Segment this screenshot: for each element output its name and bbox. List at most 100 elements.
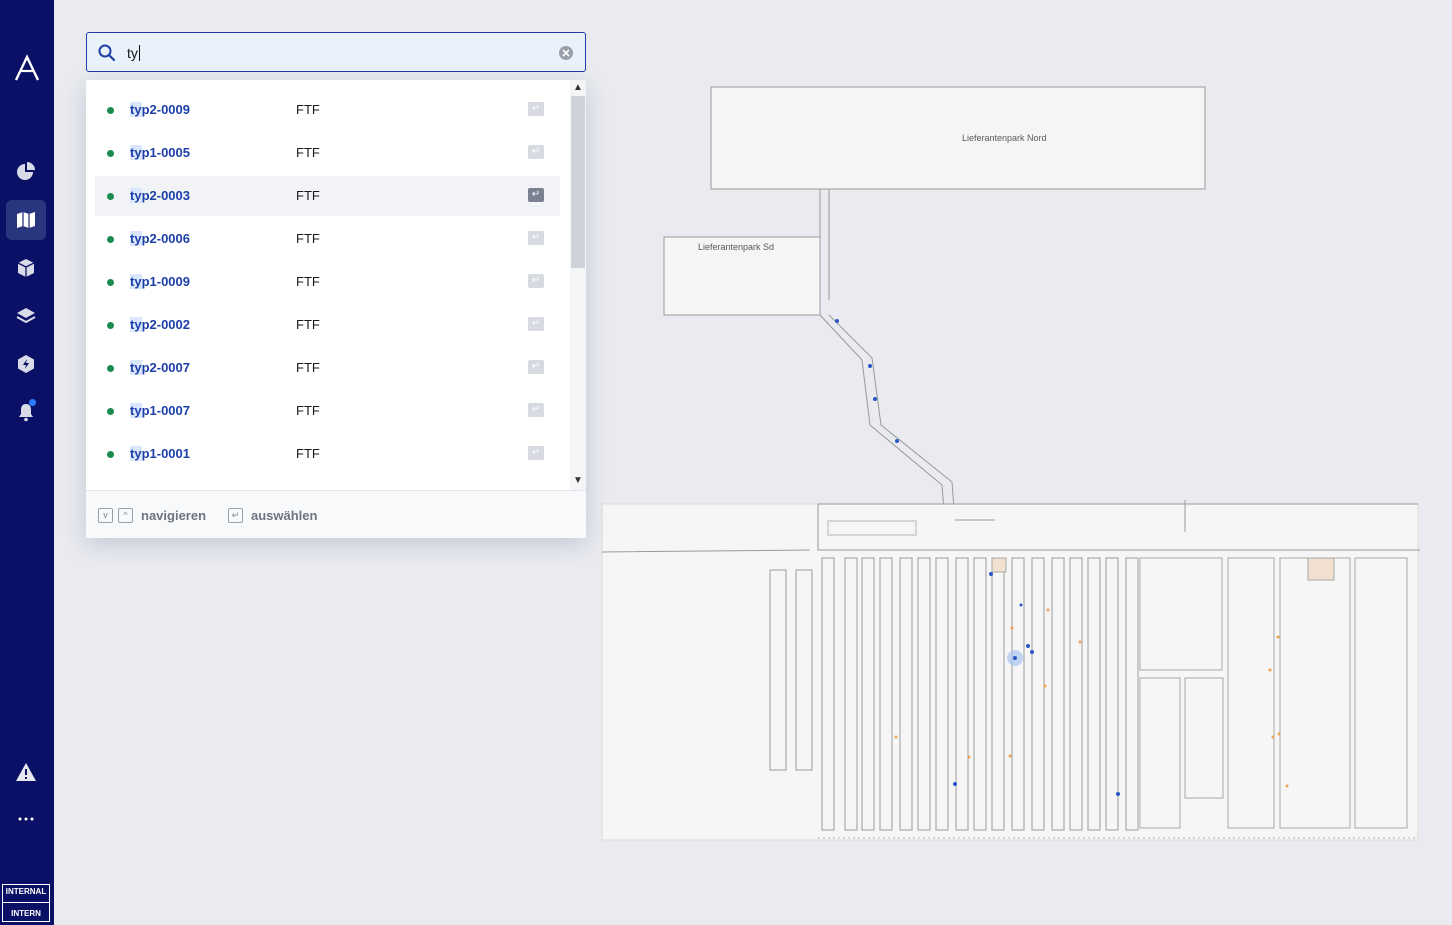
scrollbar-thumb[interactable] xyxy=(571,96,585,268)
box-icon xyxy=(17,259,35,277)
sidebar: INTERNAL INTERN xyxy=(0,0,54,925)
enter-key-icon: ↵ xyxy=(528,274,544,288)
dropdown-footer: v ^ navigieren ↵ auswählen xyxy=(86,490,586,538)
nav-notifications[interactable] xyxy=(6,392,46,432)
enter-key-icon: ↵ xyxy=(528,446,544,460)
result-type: FTF xyxy=(296,274,320,289)
nav-map[interactable] xyxy=(6,200,46,240)
result-name-rest: p2-0009 xyxy=(141,102,190,117)
result-type: FTF xyxy=(296,360,320,375)
zone-label-north: Lieferantenpark Nord xyxy=(962,133,1047,143)
map-canvas[interactable]: Lieferantenpark Nord Lieferantenpark Sd xyxy=(600,80,1430,850)
site-map xyxy=(601,86,1420,841)
match-highlight: ty xyxy=(130,231,142,246)
result-name: typ1-0005 xyxy=(130,145,190,160)
result-type: FTF xyxy=(296,102,320,117)
notification-dot xyxy=(29,399,36,406)
result-name: typ2-0006 xyxy=(130,231,190,246)
navigate-hint: navigieren xyxy=(141,508,207,523)
result-name-rest: p1-0005 xyxy=(141,145,190,160)
status-dot xyxy=(107,236,114,243)
result-row[interactable]: typ1-0009 FTF ↵ xyxy=(95,262,560,302)
status-dot xyxy=(107,451,114,458)
enter-key-icon: ↵ xyxy=(528,317,544,331)
result-name: typ2-0007 xyxy=(130,360,190,375)
result-row[interactable]: typ2-0002 FTF ↵ xyxy=(95,305,560,345)
key-up-icon: ^ xyxy=(118,508,133,523)
classification-badge: INTERNAL INTERN xyxy=(2,884,50,922)
result-row[interactable]: typ1-0005 FTF ↵ xyxy=(95,133,560,173)
scroll-up-icon[interactable]: ▲ xyxy=(573,83,583,93)
badge-line-1: INTERNAL xyxy=(5,887,47,897)
badge-divider xyxy=(3,902,49,904)
more-icon xyxy=(18,817,34,821)
status-dot xyxy=(107,150,114,157)
result-list: typ2-0009 FTF ↵ typ1-0005 FTF ↵ typ2-0003 FTF ↵ t… xyxy=(86,80,570,490)
match-highlight: ty xyxy=(130,446,142,461)
select-hint: auswählen xyxy=(251,508,318,523)
status-dot xyxy=(107,107,114,114)
map-icon xyxy=(17,212,35,228)
app-logo[interactable] xyxy=(13,54,41,82)
result-type: FTF xyxy=(296,231,320,246)
result-row[interactable]: typ2-0003 FTF ↵ xyxy=(95,176,560,216)
nav-packages[interactable] xyxy=(6,248,46,288)
key-enter-icon: ↵ xyxy=(228,508,243,523)
result-name-rest: p2-0006 xyxy=(141,231,190,246)
result-name-rest: p2-0007 xyxy=(141,360,190,375)
match-highlight: ty xyxy=(130,188,142,203)
clear-icon[interactable] xyxy=(558,45,574,61)
nav-dashboard[interactable] xyxy=(6,152,46,192)
result-name: typ1-0009 xyxy=(130,274,190,289)
match-highlight: ty xyxy=(130,145,142,160)
result-row[interactable]: typ2-0009 FTF ↵ xyxy=(95,90,560,130)
scroll-down-icon[interactable]: ▼ xyxy=(573,476,583,486)
result-name-rest: p2-0002 xyxy=(141,317,190,332)
search-icon xyxy=(98,44,116,62)
warning-icon xyxy=(16,763,36,781)
result-name: typ2-0009 xyxy=(130,102,190,117)
enter-key-icon: ↵ xyxy=(528,188,544,202)
result-type: FTF xyxy=(296,188,320,203)
result-name: typ2-0002 xyxy=(130,317,190,332)
search-results-dropdown: typ2-0009 FTF ↵ typ1-0005 FTF ↵ typ2-0003 FTF ↵ t… xyxy=(86,80,586,538)
match-highlight: ty xyxy=(130,317,142,332)
nav-warnings[interactable] xyxy=(6,752,46,792)
result-type: FTF xyxy=(296,403,320,418)
result-row[interactable]: typ2-0006 FTF ↵ xyxy=(95,219,560,259)
nav-layers[interactable] xyxy=(6,296,46,336)
status-dot xyxy=(107,408,114,415)
pie-chart-icon xyxy=(17,162,35,180)
enter-key-icon: ↵ xyxy=(528,403,544,417)
result-type: FTF xyxy=(296,145,320,160)
result-name-rest: p1-0001 xyxy=(141,446,190,461)
search-input[interactable]: ty xyxy=(127,45,140,61)
result-type: FTF xyxy=(296,317,320,332)
result-row[interactable]: typ2-0007 FTF ↵ xyxy=(95,348,560,388)
match-highlight: ty xyxy=(130,360,142,375)
result-name-rest: p2-0003 xyxy=(141,188,190,203)
results-scrollbar[interactable]: ▲ ▼ xyxy=(570,80,586,490)
enter-key-icon: ↵ xyxy=(528,231,544,245)
text-caret xyxy=(138,45,140,61)
match-highlight: ty xyxy=(130,403,142,418)
match-highlight: ty xyxy=(130,274,142,289)
search-value: ty xyxy=(127,45,138,61)
nav-more[interactable] xyxy=(6,799,46,839)
status-dot xyxy=(107,365,114,372)
result-row[interactable]: typ1-0001 FTF ↵ xyxy=(95,434,560,474)
result-name: typ1-0001 xyxy=(130,446,190,461)
badge-line-2: INTERN xyxy=(11,908,41,918)
match-highlight: ty xyxy=(130,102,142,117)
search-field[interactable]: ty xyxy=(86,32,586,72)
result-row[interactable]: typ1-0007 FTF ↵ xyxy=(95,391,560,431)
zone-label-south: Lieferantenpark Sd xyxy=(698,242,775,252)
nav-automation[interactable] xyxy=(6,344,46,384)
result-type: FTF xyxy=(296,446,320,461)
hexagon-bolt-icon xyxy=(18,355,34,373)
enter-key-icon: ↵ xyxy=(528,360,544,374)
enter-key-icon: ↵ xyxy=(528,145,544,159)
result-name: typ1-0007 xyxy=(130,403,190,418)
status-dot xyxy=(107,279,114,286)
result-name-rest: p1-0007 xyxy=(141,403,190,418)
